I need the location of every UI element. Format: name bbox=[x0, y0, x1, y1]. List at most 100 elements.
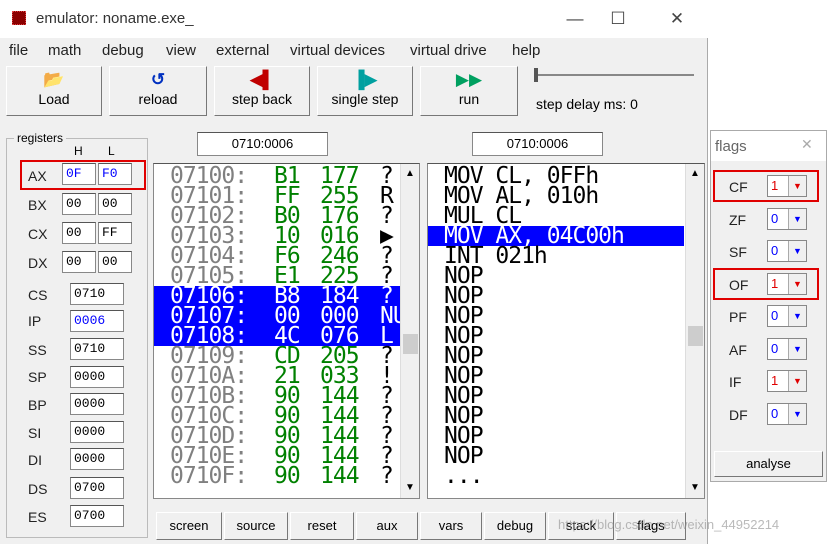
reg-di-field[interactable]: 0000 bbox=[70, 448, 124, 470]
menu-debug[interactable]: debug bbox=[102, 42, 144, 59]
flag-value: 0 bbox=[771, 210, 779, 226]
flag-sf-select[interactable]: 0 ▼ bbox=[767, 240, 807, 262]
flags-title: flags bbox=[715, 138, 747, 155]
reg-bp-label: BP bbox=[28, 397, 47, 413]
close-button[interactable]: ✕ bbox=[662, 8, 692, 30]
flag-value: 0 bbox=[771, 405, 779, 421]
menu-math[interactable]: math bbox=[48, 42, 81, 59]
disasm-address-field[interactable]: 0710:0006 bbox=[472, 132, 603, 156]
flags-close-icon[interactable]: ✕ bbox=[801, 136, 813, 153]
step-delay-slider[interactable] bbox=[534, 74, 694, 76]
reload-icon: ↺ bbox=[150, 70, 166, 89]
reg-ds-label: DS bbox=[28, 481, 48, 497]
step-delay-slider-thumb[interactable] bbox=[534, 68, 538, 82]
folder-open-icon: 📂 bbox=[43, 70, 65, 89]
aux-button[interactable]: aux bbox=[356, 512, 418, 540]
memory-pane[interactable]: 07100: B1 177? 07101: FF 255 R 07102: B0 176? 0710… bbox=[153, 163, 420, 499]
reg-sp-field[interactable]: 0000 bbox=[70, 366, 124, 388]
memory-scroll-thumb[interactable] bbox=[403, 334, 418, 354]
ax-highlight-box bbox=[20, 160, 146, 190]
reg-ip-label: IP bbox=[28, 313, 42, 329]
reg-ss-field[interactable]: 0710 bbox=[70, 338, 124, 360]
reg-si-field[interactable]: 0000 bbox=[70, 421, 124, 443]
chevron-down-icon[interactable]: ▼ bbox=[788, 241, 806, 261]
reset-button[interactable]: reset bbox=[290, 512, 354, 540]
flag-value: 0 bbox=[771, 340, 779, 356]
flag-zf-label: ZF bbox=[729, 211, 747, 228]
high-byte-header: H bbox=[74, 144, 83, 158]
menu-virtual-drive[interactable]: virtual drive bbox=[410, 42, 487, 59]
run-button[interactable]: ▶▶ run bbox=[420, 66, 518, 116]
scroll-up-arrow-icon[interactable]: ▲ bbox=[687, 166, 703, 182]
flag-af-select[interactable]: 0 ▼ bbox=[767, 337, 807, 360]
load-button[interactable]: 📂 Load bbox=[6, 66, 102, 116]
memory-row[interactable]: 0710F: 90 144? bbox=[154, 463, 400, 489]
disassembly-scrollbar[interactable]: ▲ ▼ bbox=[685, 164, 704, 498]
vars-button[interactable]: vars bbox=[420, 512, 482, 540]
reg-bp-field[interactable]: 0000 bbox=[70, 393, 124, 415]
single-step-button[interactable]: ▐▶ single step bbox=[317, 66, 413, 116]
reg-cx-high-field[interactable]: 00 bbox=[62, 222, 96, 244]
memory-scrollbar[interactable]: ▲ ▼ bbox=[400, 164, 419, 498]
menu-bar: file math debug view external virtual de… bbox=[0, 38, 708, 62]
reg-ss-label: SS bbox=[28, 342, 47, 358]
chevron-down-icon[interactable]: ▼ bbox=[788, 306, 806, 326]
flag-pf-label: PF bbox=[729, 309, 747, 325]
disassembly-list: MOV CL, 0FFh MOV AL, 010h MUL CL MOV AX, 04… bbox=[428, 165, 684, 488]
chevron-down-icon[interactable]: ▼ bbox=[788, 338, 806, 359]
flag-af-label: AF bbox=[729, 341, 747, 358]
flag-if-select[interactable]: 1 ▼ bbox=[767, 370, 807, 392]
reg-es-label: ES bbox=[28, 509, 47, 525]
memory-list: 07100: B1 177? 07101: FF 255 R 07102: B0 176? 0710… bbox=[154, 165, 407, 489]
reg-cx-low-field[interactable]: FF bbox=[98, 222, 132, 244]
disassembly-scroll-thumb[interactable] bbox=[688, 326, 703, 346]
flag-sf-label: SF bbox=[729, 244, 747, 260]
watermark: https://blog.csdn.net/weixin_44952214 bbox=[558, 517, 780, 532]
maximize-button[interactable]: ☐ bbox=[603, 8, 633, 30]
step-delay-control: step delay ms: 0 bbox=[528, 66, 702, 116]
reg-cx-label: CX bbox=[28, 226, 48, 242]
title-bar: emulator: noname.exe_ — ☐ ✕ bbox=[0, 0, 708, 38]
screen-button[interactable]: screen bbox=[156, 512, 222, 540]
flag-value: 0 bbox=[771, 243, 779, 258]
disassembly-line[interactable]: ... bbox=[428, 465, 684, 488]
reload-button[interactable]: ↺ reload bbox=[109, 66, 207, 116]
scroll-up-arrow-icon[interactable]: ▲ bbox=[402, 166, 418, 182]
flag-pf-select[interactable]: 0 ▼ bbox=[767, 305, 807, 327]
reg-bx-high-field[interactable]: 00 bbox=[62, 193, 96, 215]
reg-es-field[interactable]: 0700 bbox=[70, 505, 124, 527]
source-button[interactable]: source bbox=[224, 512, 288, 540]
debug-button[interactable]: debug bbox=[484, 512, 546, 540]
reg-cs-field[interactable]: 0710 bbox=[70, 283, 124, 305]
scroll-down-arrow-icon[interactable]: ▼ bbox=[687, 480, 703, 496]
chevron-down-icon[interactable]: ▼ bbox=[788, 403, 806, 424]
reg-ds-field[interactable]: 0700 bbox=[70, 477, 124, 499]
memory-hex-value: 90 bbox=[274, 463, 301, 489]
minimize-button[interactable]: — bbox=[560, 8, 590, 30]
menu-help[interactable]: help bbox=[512, 42, 540, 59]
low-byte-header: L bbox=[108, 144, 115, 158]
step-back-button[interactable]: ◀▌ step back bbox=[214, 66, 310, 116]
menu-file[interactable]: file bbox=[9, 42, 28, 59]
chevron-down-icon[interactable]: ▼ bbox=[788, 371, 806, 391]
flag-df-select[interactable]: 0 ▼ bbox=[767, 402, 807, 425]
reg-ip-field[interactable]: 0006 bbox=[70, 310, 124, 332]
menu-view[interactable]: view bbox=[166, 42, 196, 59]
reg-bx-label: BX bbox=[28, 197, 47, 213]
flag-zf-select[interactable]: 0 ▼ bbox=[767, 207, 807, 230]
scroll-down-arrow-icon[interactable]: ▼ bbox=[402, 480, 418, 496]
flags-title-bar: flags ✕ bbox=[711, 131, 826, 161]
analyse-button[interactable]: analyse bbox=[714, 451, 823, 477]
flag-highlight-box bbox=[713, 170, 819, 202]
registers-label: registers bbox=[14, 131, 67, 145]
reg-dx-low-field[interactable]: 00 bbox=[98, 251, 132, 273]
chevron-down-icon[interactable]: ▼ bbox=[788, 208, 806, 229]
emulator-window: emulator: noname.exe_ — ☐ ✕ file math de… bbox=[0, 0, 708, 544]
disassembly-pane[interactable]: MOV CL, 0FFh MOV AL, 010h MUL CL MOV AX, 04… bbox=[427, 163, 705, 499]
reg-dx-high-field[interactable]: 00 bbox=[62, 251, 96, 273]
reg-bx-low-field[interactable]: 00 bbox=[98, 193, 132, 215]
reg-sp-label: SP bbox=[28, 369, 47, 385]
menu-virtual-devices[interactable]: virtual devices bbox=[290, 42, 385, 59]
memory-address-field[interactable]: 0710:0006 bbox=[197, 132, 328, 156]
menu-external[interactable]: external bbox=[216, 42, 269, 59]
